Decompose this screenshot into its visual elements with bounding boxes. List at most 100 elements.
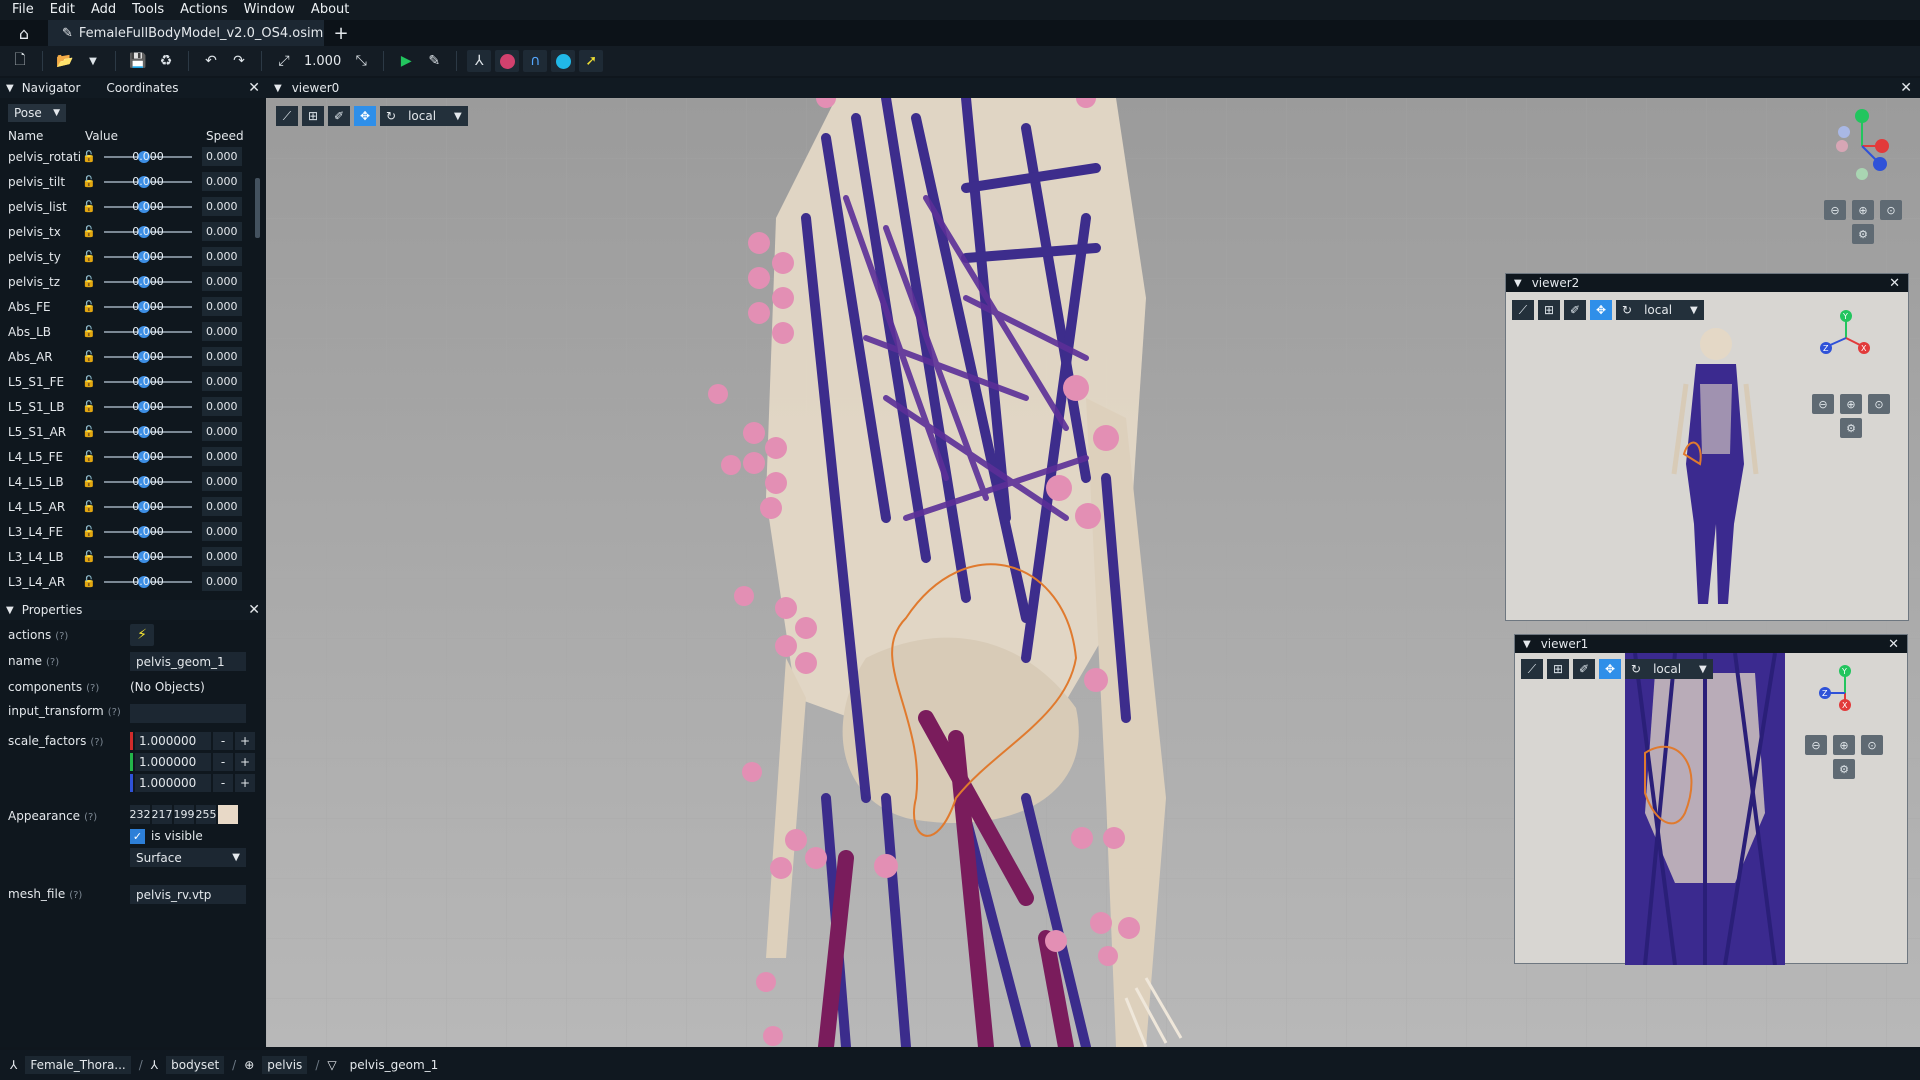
collapse-icon[interactable]: ▼ [6, 605, 14, 616]
viewer2-panel[interactable]: ▼ viewer2 ✕ ⟋ ⊞ ✐ ✥ ↻ local ▼ Y X Z ⊖ ⊕ … [1505, 273, 1909, 621]
breadcrumb-body[interactable]: pelvis [262, 1056, 308, 1074]
unlock-icon[interactable]: 🔓 [82, 225, 96, 238]
coordinates-scrollbar[interactable] [255, 178, 260, 238]
scale-factor-input[interactable]: 1.000000 [135, 773, 211, 792]
color-b[interactable]: 199 [174, 805, 195, 824]
open-dropdown-icon[interactable]: ▼ [81, 50, 105, 72]
coordinate-slider[interactable]: 0.000 [100, 524, 196, 540]
reload-icon[interactable]: ♻ [154, 50, 178, 72]
unlock-icon[interactable]: 🔓 [82, 500, 96, 513]
coordinate-speed[interactable]: 0.000 [202, 347, 242, 366]
coordinate-slider[interactable]: 0.000 [100, 274, 196, 290]
add-joint-icon[interactable]: ∩ [523, 50, 548, 72]
coordinate-speed[interactable]: 0.000 [202, 472, 242, 491]
breadcrumb-model[interactable]: Female_Thora... [25, 1056, 131, 1074]
help-icon[interactable]: (?) [55, 631, 68, 642]
coordinate-speed[interactable]: 0.000 [202, 197, 242, 216]
coordinate-slider[interactable]: 0.000 [100, 574, 196, 590]
scale-icon[interactable]: ⤢ [272, 50, 296, 72]
menu-edit[interactable]: Edit [42, 0, 83, 20]
menu-file[interactable]: File [4, 0, 42, 20]
coordinate-speed[interactable]: 0.000 [202, 272, 242, 291]
coordinate-speed[interactable]: 0.000 [202, 497, 242, 516]
coordinate-speed[interactable]: 0.000 [202, 522, 242, 541]
coordinate-speed[interactable]: 0.000 [202, 397, 242, 416]
zoom-fit-icon[interactable]: ⊙ [1861, 735, 1883, 755]
help-icon[interactable]: (?) [108, 707, 121, 718]
coordinate-slider[interactable]: 0.000 [100, 374, 196, 390]
increment-button[interactable]: + [235, 752, 255, 771]
coordinate-speed[interactable]: 0.000 [202, 297, 242, 316]
frame-icon[interactable]: ⅄ [467, 50, 492, 72]
decrement-button[interactable]: - [213, 731, 233, 750]
measure-icon[interactable]: ✐ [1573, 659, 1595, 679]
unlock-icon[interactable]: 🔓 [82, 375, 96, 388]
coordinate-slider[interactable]: 0.000 [100, 224, 196, 240]
tab-navigator[interactable]: Navigator [22, 81, 81, 95]
menu-window[interactable]: Window [236, 0, 303, 20]
zoom-in-icon[interactable]: ⊕ [1833, 735, 1855, 755]
representation-dropdown[interactable]: Surface ▼ [130, 848, 246, 867]
help-icon[interactable]: (?) [90, 737, 103, 748]
unlock-icon[interactable]: 🔓 [82, 175, 96, 188]
help-icon[interactable]: (?) [69, 890, 82, 901]
breadcrumb-geometry[interactable]: pelvis_geom_1 [345, 1056, 444, 1074]
help-icon[interactable]: (?) [46, 657, 59, 668]
viewer1-panel[interactable]: ▼ viewer1 ✕ ⟋ ⊞ ✐ ✥ ↻ local ▼ Y X Z ⊖ ⊕ … [1514, 634, 1908, 965]
menu-add[interactable]: Add [83, 0, 124, 20]
coordinate-slider[interactable]: 0.000 [100, 449, 196, 465]
coordinate-slider[interactable]: 0.000 [100, 174, 196, 190]
checkmark-icon[interactable]: ✓ [130, 828, 145, 844]
unlock-icon[interactable]: 🔓 [82, 325, 96, 338]
zoom-fit-icon[interactable]: ⊙ [1868, 394, 1890, 414]
coordinate-slider[interactable]: 0.000 [100, 399, 196, 415]
viewer2-axes-gizmo[interactable]: Y X Z [1816, 308, 1876, 368]
help-icon[interactable]: (?) [84, 812, 97, 823]
scale-value[interactable]: 1.000 [300, 54, 345, 69]
close-icon[interactable]: ✕ [248, 602, 260, 618]
scale-factor-input[interactable]: 1.000000 [135, 731, 211, 750]
unlock-icon[interactable]: 🔓 [82, 250, 96, 263]
unlock-icon[interactable]: 🔓 [82, 200, 96, 213]
perspective-icon[interactable]: ⊞ [1538, 300, 1560, 320]
scale-factor-input[interactable]: 1.000000 [135, 752, 211, 771]
visible-toggle[interactable]: ✓ is visible [130, 824, 266, 848]
measure-icon[interactable]: ✐ [1564, 300, 1586, 320]
coordinate-speed[interactable]: 0.000 [202, 222, 242, 241]
unlock-icon[interactable]: 🔓 [82, 425, 96, 438]
coordinate-speed[interactable]: 0.000 [202, 572, 242, 591]
zoom-out-icon[interactable]: ⊖ [1805, 735, 1827, 755]
measure-icon[interactable]: ✐ [328, 106, 350, 126]
collapse-icon[interactable]: ▼ [1523, 639, 1531, 650]
settings-gear-icon[interactable]: ⚙ [1852, 224, 1874, 244]
coordinate-slider[interactable]: 0.000 [100, 424, 196, 440]
name-field[interactable]: pelvis_geom_1 [130, 652, 246, 671]
unlock-icon[interactable]: 🔓 [82, 150, 96, 163]
ruler-icon[interactable]: ⟋ [1521, 659, 1543, 679]
autoscale-icon[interactable]: ⤡ [349, 50, 373, 72]
viewer1-axes-gizmo[interactable]: Y X Z [1815, 663, 1875, 723]
frame-dropdown[interactable]: ↻ local ▼ [1625, 659, 1713, 679]
unlock-icon[interactable]: 🔓 [82, 475, 96, 488]
menu-actions[interactable]: Actions [172, 0, 236, 20]
color-r[interactable]: 232 [130, 805, 151, 824]
axes-gizmo[interactable] [1822, 106, 1902, 186]
close-icon[interactable]: ✕ [1889, 276, 1900, 291]
decrement-button[interactable]: - [213, 752, 233, 771]
coordinate-speed[interactable]: 0.000 [202, 547, 242, 566]
ruler-icon[interactable]: ⟋ [276, 106, 298, 126]
coordinate-slider[interactable]: 0.000 [100, 249, 196, 265]
viewer0-scene[interactable]: ⟋ ⊞ ✐ ✥ ↻ local ▼ ⊖ ⊕ ⊙ ⚙ ▼ viewer2 ✕ ⟋ … [266, 98, 1920, 1047]
translate-icon[interactable]: ✥ [1599, 659, 1621, 679]
add-marker-icon[interactable] [551, 50, 576, 72]
coordinate-speed[interactable]: 0.000 [202, 372, 242, 391]
perspective-icon[interactable]: ⊞ [302, 106, 324, 126]
unlock-icon[interactable]: 🔓 [82, 575, 96, 588]
coordinate-speed[interactable]: 0.000 [202, 172, 242, 191]
coordinate-slider[interactable]: 0.000 [100, 149, 196, 165]
coordinate-slider[interactable]: 0.000 [100, 324, 196, 340]
edit-model-icon[interactable]: ✎ [422, 50, 446, 72]
new-file-icon[interactable]: 🗋 [8, 50, 32, 72]
color-swatch[interactable] [218, 805, 238, 824]
coordinate-slider[interactable]: 0.000 [100, 499, 196, 515]
